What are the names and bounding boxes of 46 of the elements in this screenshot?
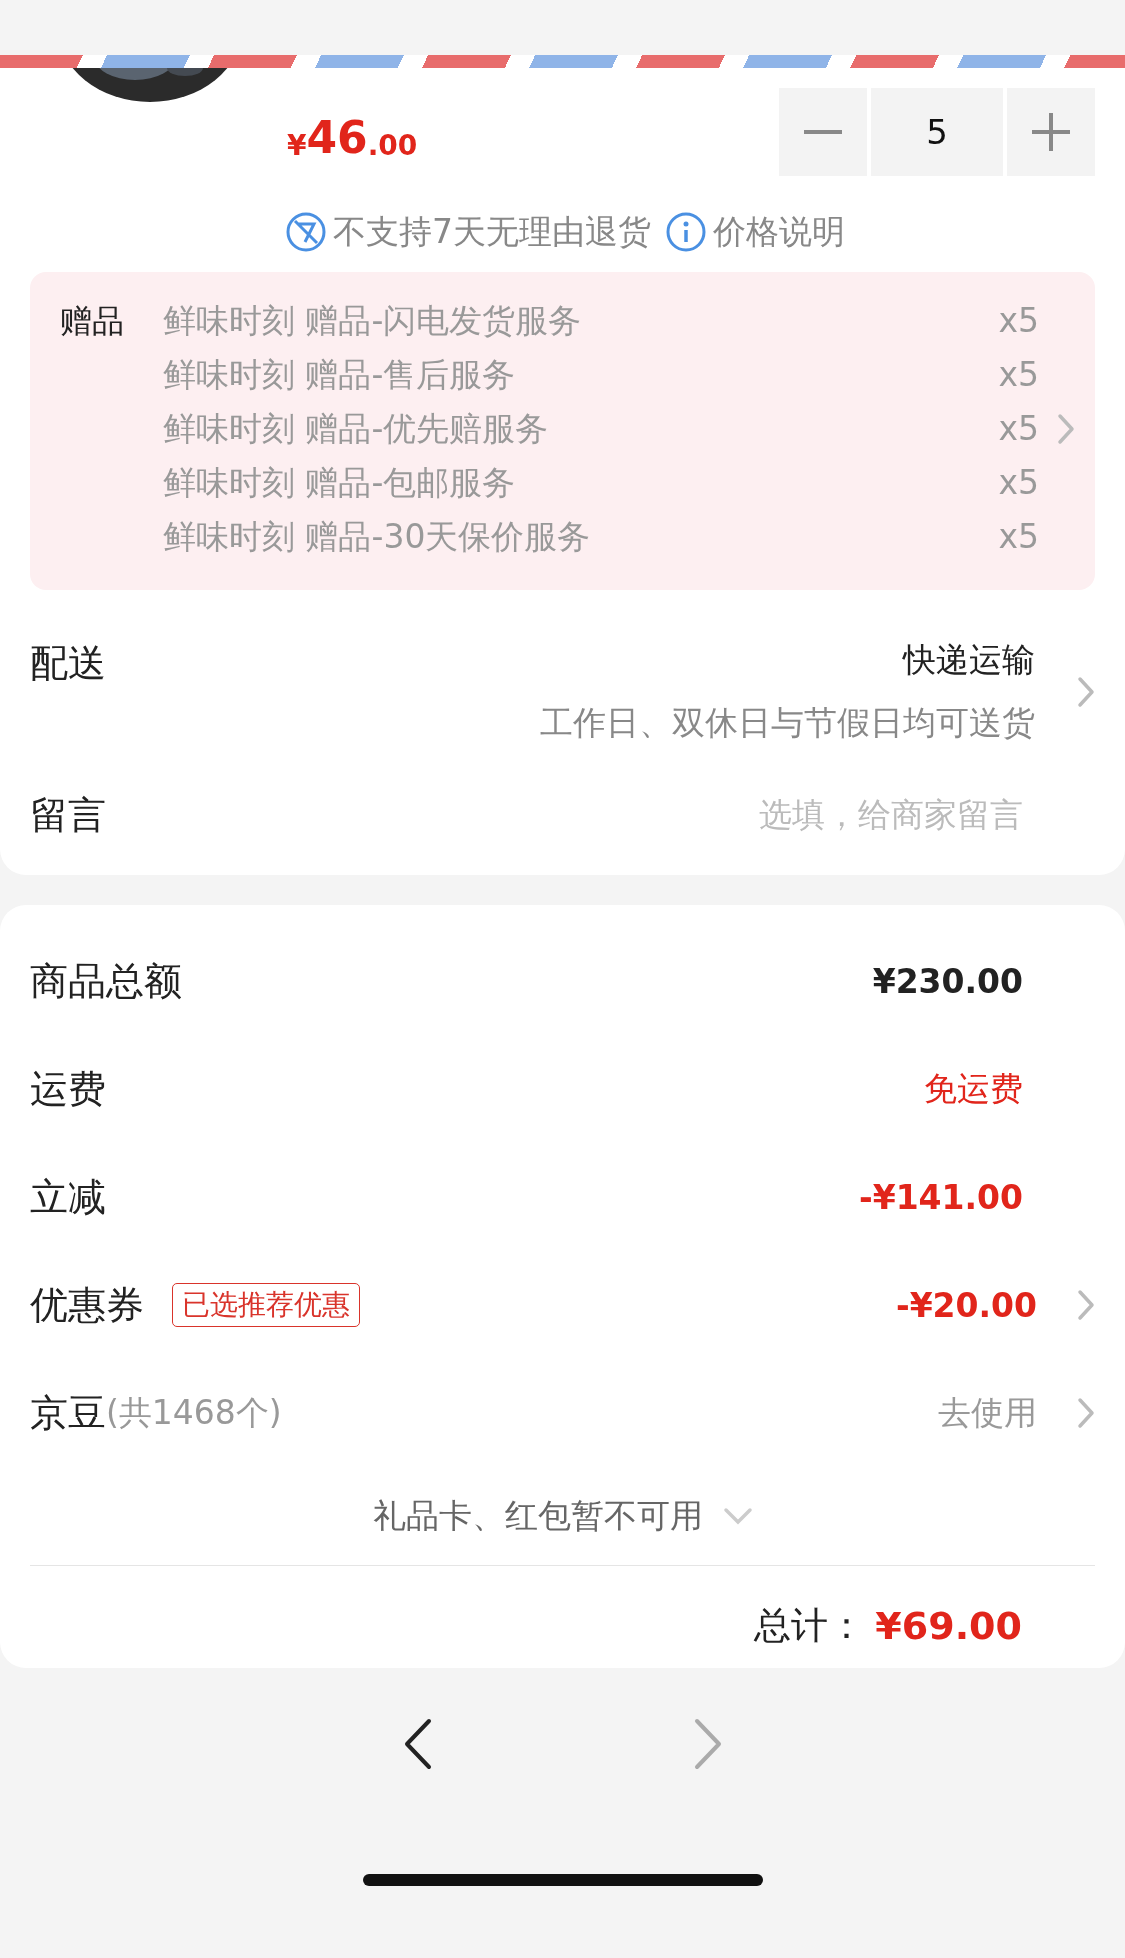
plus-icon — [1032, 113, 1070, 151]
delivery-label: 配送 — [30, 640, 106, 687]
total-value: ¥69.00 — [875, 1604, 1022, 1648]
gift-quantity: x5 — [998, 408, 1039, 450]
summary-value[interactable]: 去使用 — [938, 1390, 1037, 1436]
summary-label: 运费 — [30, 1065, 106, 1113]
minus-icon — [804, 130, 842, 134]
gift-quantity: x5 — [998, 462, 1039, 504]
summary-value[interactable]: -¥20.00 — [895, 1285, 1037, 1325]
gift-label: 赠品 — [59, 301, 125, 342]
gift-quantity: x5 — [998, 354, 1039, 396]
delivery-method: 快递运输 — [903, 639, 1035, 681]
gift-name: 鲜味时刻 赠品-30天保价服务 — [163, 516, 591, 558]
gift-quantity: x5 — [998, 300, 1039, 342]
gift-quantity: x5 — [998, 516, 1039, 558]
chevron-right-icon[interactable] — [1057, 413, 1075, 445]
chevron-right-icon[interactable] — [1077, 1289, 1095, 1321]
summary-value: 免运费 — [924, 1067, 1023, 1110]
summary-label: 优惠券 — [30, 1281, 144, 1329]
info-icon — [665, 211, 707, 253]
chevron-down-icon[interactable] — [722, 1507, 753, 1525]
notice-text: 不支持7天无理由退货 — [333, 210, 651, 253]
gift-panel[interactable]: 赠品 鲜味时刻 赠品-闪电发货服务 x5 鲜味时刻 赠品-售后服务 x5 鲜味时刻 赠品-优先赔服务 x5 鲜味时刻 赠品-包邮服务 x5 鲜味时刻 赠品-30天保价服务 x5 — [30, 272, 1095, 590]
chevron-right-icon[interactable] — [1077, 676, 1095, 708]
message-label: 留言 — [30, 792, 106, 839]
gift-name: 鲜味时刻 赠品-售后服务 — [163, 354, 516, 396]
summary-label: 立减 — [30, 1173, 106, 1221]
summary-label: 商品总额 — [30, 957, 182, 1005]
unavailable-note[interactable]: 礼品卡、红包暂不可用 — [372, 1493, 703, 1539]
bean-count: (共1468个) — [106, 1391, 282, 1434]
summary-value: -¥141.00 — [859, 1177, 1023, 1217]
delivery-note: 工作日、双休日与节假日均可送货 — [540, 702, 1035, 744]
summary-label: 京豆 — [30, 1389, 106, 1437]
gift-name: 鲜味时刻 赠品-优先赔服务 — [163, 408, 549, 450]
chevron-right-icon[interactable] — [1077, 1397, 1095, 1429]
product-price: ¥46.00 — [287, 116, 419, 160]
total-label: 总计： — [754, 1603, 866, 1649]
gift-name: 鲜味时刻 赠品-闪电发货服务 — [163, 300, 582, 342]
coupon-tag: 已选推荐优惠 — [172, 1283, 360, 1327]
decrease-button[interactable] — [779, 88, 867, 176]
gift-name: 鲜味时刻 赠品-包邮服务 — [163, 462, 516, 504]
notice-text[interactable]: 价格说明 — [713, 209, 845, 255]
quantity-field[interactable]: 5 — [871, 88, 1003, 176]
increase-button[interactable] — [1007, 88, 1095, 176]
no-return-icon — [285, 211, 327, 253]
summary-value: ¥230.00 — [872, 961, 1023, 1001]
